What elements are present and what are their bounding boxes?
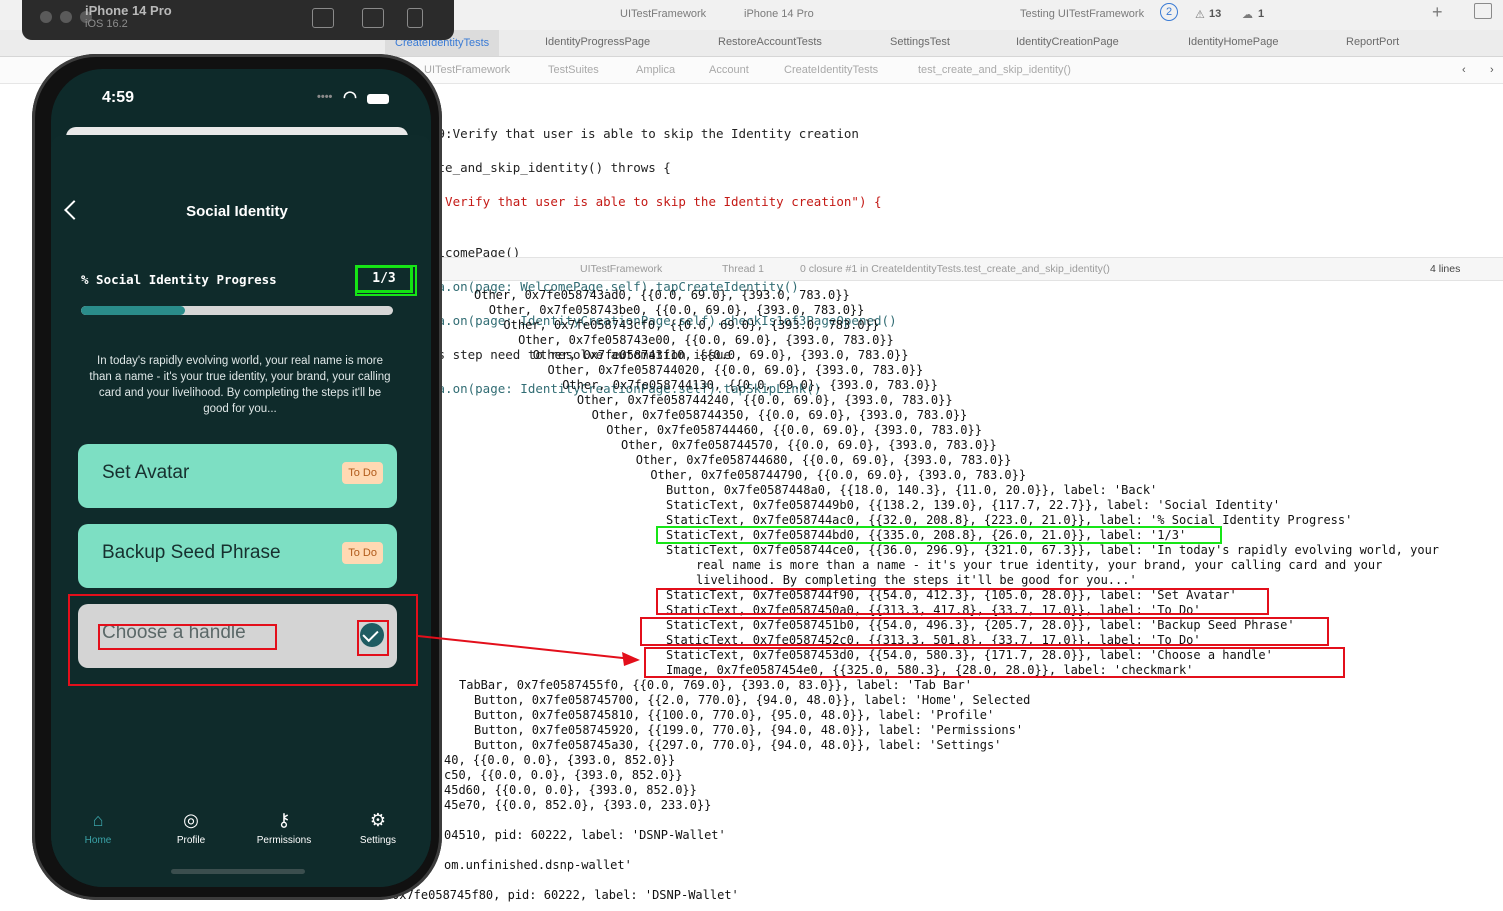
annotation-arrow	[417, 635, 640, 666]
